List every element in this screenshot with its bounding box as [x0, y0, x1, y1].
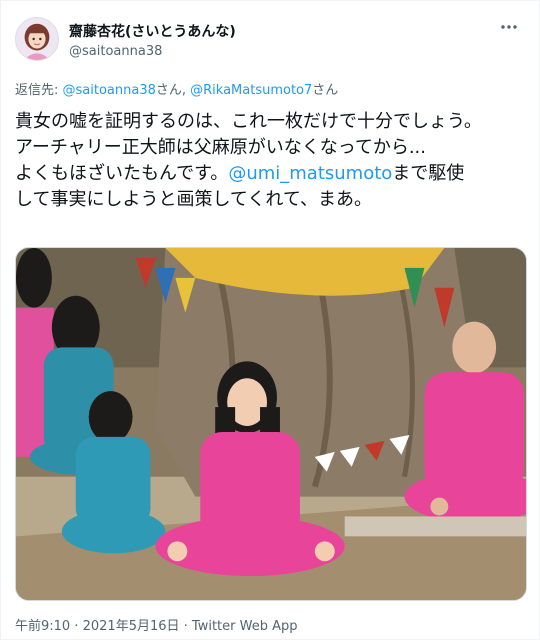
tweet-line-1: 貴女の嘘を証明するのは、これ一枚だけで十分でしょう。 — [15, 111, 482, 132]
tweet-photo[interactable] — [15, 247, 527, 601]
display-name[interactable]: 齋藤杏花(さいとうあんな) — [69, 21, 236, 41]
author-names: 齋藤杏花(さいとうあんな) @saitoanna38 — [69, 21, 236, 59]
tweet-line-2: アーチャリー正大師は父麻原がいなくなってから... — [15, 137, 427, 158]
tweet-line-3: よくもほざいたもんです。@umi_matsumotoまで駆使 — [15, 161, 527, 187]
tweet-meta: 午前9:10 · 2021年5月16日 · Twitter Web App — [15, 615, 298, 634]
photo-meditation-scene — [16, 248, 526, 600]
avatar-illustration — [16, 18, 58, 60]
tweet-line-4: して事実にしようと画策してくれて、まあ。 — [15, 189, 372, 210]
meta-sep-1: · — [70, 619, 83, 634]
tweet-line-3-prefix: よくもほざいたもんです。 — [15, 163, 229, 184]
tweet-text: 貴女の嘘を証明するのは、これ一枚だけで十分でしょう。 アーチャリー正大師は父麻原… — [15, 109, 527, 213]
reply-mention-saitoanna38[interactable]: @saitoanna38 — [63, 83, 156, 98]
tweet-time[interactable]: 午前9:10 — [15, 619, 70, 634]
reply-to-line: 返信先: @saitoanna38さん, @RikaMatsumoto7さん — [15, 79, 338, 98]
mention-umi-matsumoto[interactable]: @umi_matsumoto — [228, 163, 392, 184]
more-horizontal-icon[interactable] — [495, 19, 523, 39]
meta-sep-2: · — [179, 619, 192, 634]
tweet-line-3-suffix: まで駆使 — [392, 163, 465, 184]
tweet-card: 齋藤杏花(さいとうあんな) @saitoanna38 返信先: @saitoan… — [0, 0, 540, 640]
avatar[interactable] — [15, 17, 59, 61]
tweet-header: 齋藤杏花(さいとうあんな) @saitoanna38 — [15, 15, 527, 67]
user-handle[interactable]: @saitoanna38 — [69, 44, 236, 59]
reply-mention-rikamatsumoto7[interactable]: @RikaMatsumoto7 — [190, 83, 312, 98]
reply-sep-1: さん, — [155, 83, 191, 98]
reply-sep-2: さん — [312, 83, 339, 98]
tweet-date[interactable]: 2021年5月16日 — [83, 619, 180, 634]
tweet-source-app[interactable]: Twitter Web App — [192, 619, 298, 634]
reply-to-prefix: 返信先: — [15, 83, 63, 98]
